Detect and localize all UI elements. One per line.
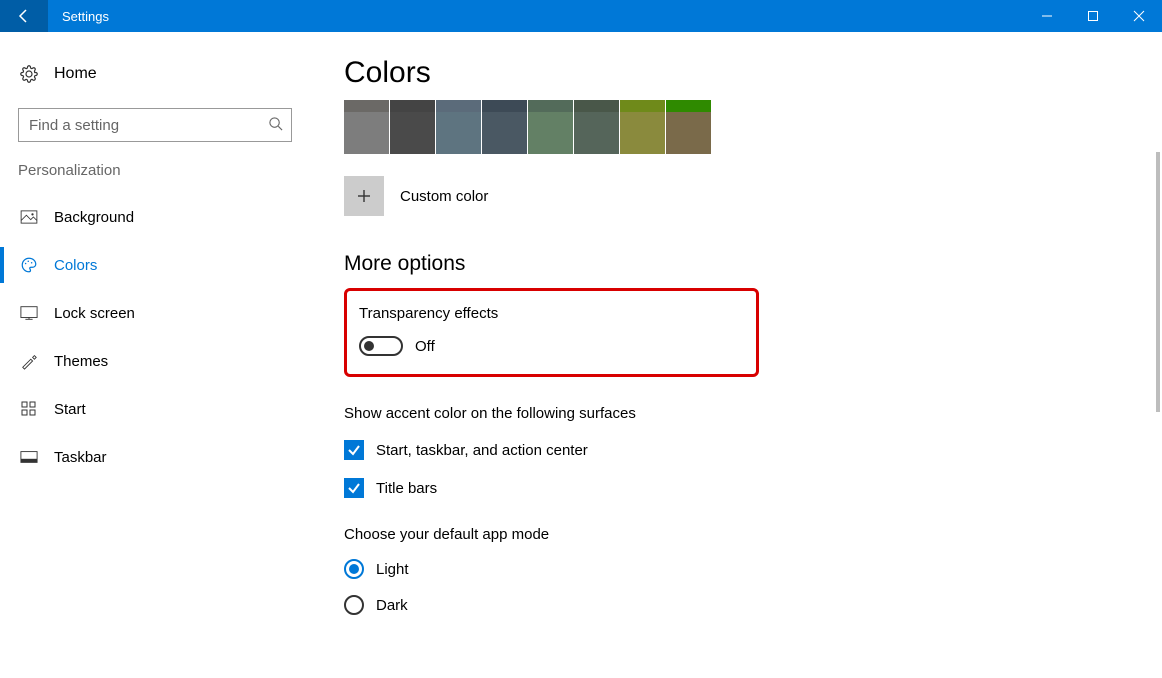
checkbox-title-bars[interactable]: Title bars: [344, 478, 1122, 498]
custom-color-button[interactable]: Custom color: [344, 176, 1122, 216]
color-swatch[interactable]: [482, 100, 527, 112]
titlebar: Settings: [0, 0, 1162, 32]
minimize-button[interactable]: [1024, 0, 1070, 32]
sidebar: Home Personalization Background Colors: [0, 32, 310, 678]
brush-icon: [18, 352, 40, 370]
accent-surfaces-section: Show accent color on the following surfa…: [344, 405, 1122, 498]
checkbox-icon: [344, 478, 364, 498]
color-swatch[interactable]: [390, 112, 435, 154]
checkbox-icon: [344, 440, 364, 460]
sidebar-item-label: Background: [40, 209, 134, 226]
gear-icon: [18, 65, 40, 83]
highlight-annotation: Transparency effects Off: [344, 288, 759, 377]
close-button[interactable]: [1116, 0, 1162, 32]
plus-icon: [344, 176, 384, 216]
color-swatch[interactable]: [666, 100, 711, 112]
app-mode-label: Choose your default app mode: [344, 526, 1122, 543]
checkbox-label: Start, taskbar, and action center: [376, 442, 588, 459]
color-swatch[interactable]: [528, 100, 573, 112]
radio-label: Light: [376, 561, 409, 578]
sidebar-item-label: Themes: [40, 353, 108, 370]
maximize-button[interactable]: [1070, 0, 1116, 32]
transparency-state: Off: [415, 338, 435, 355]
container: Home Personalization Background Colors: [0, 32, 1162, 678]
home-link[interactable]: Home: [0, 54, 310, 94]
color-swatch[interactable]: [666, 112, 711, 154]
radio-dark[interactable]: Dark: [344, 595, 1122, 615]
swatch-row-main: [344, 112, 1122, 154]
color-swatch[interactable]: [574, 112, 619, 154]
app-mode-section: Choose your default app mode Light Dark: [344, 526, 1122, 615]
color-swatch[interactable]: [436, 100, 481, 112]
palette-icon: [18, 256, 40, 274]
sidebar-item-themes[interactable]: Themes: [0, 337, 310, 385]
search-input[interactable]: [29, 117, 268, 134]
color-swatch[interactable]: [574, 100, 619, 112]
radio-icon: [344, 595, 364, 615]
sidebar-item-start[interactable]: Start: [0, 385, 310, 433]
sidebar-item-label: Start: [40, 401, 86, 418]
transparency-toggle-row: Off: [359, 336, 740, 356]
radio-light[interactable]: Light: [344, 559, 1122, 579]
section-heading: Personalization: [0, 162, 310, 193]
spacer: [109, 0, 1024, 32]
grid-icon: [18, 401, 40, 417]
sidebar-item-taskbar[interactable]: Taskbar: [0, 433, 310, 481]
radio-label: Dark: [376, 597, 408, 614]
swatch-row-top: [344, 100, 1122, 112]
sidebar-item-lock-screen[interactable]: Lock screen: [0, 289, 310, 337]
transparency-toggle[interactable]: [359, 336, 403, 356]
sidebar-item-label: Colors: [40, 257, 97, 274]
color-swatch[interactable]: [344, 112, 389, 154]
search-wrap: [18, 108, 292, 142]
back-button[interactable]: [0, 0, 48, 32]
checkbox-start-taskbar[interactable]: Start, taskbar, and action center: [344, 440, 1122, 460]
scrollbar-thumb[interactable]: [1156, 152, 1160, 412]
radio-icon: [344, 559, 364, 579]
sidebar-item-label: Taskbar: [40, 449, 107, 466]
content-area: Colors Custom color More options Transpa…: [310, 32, 1162, 678]
sidebar-item-background[interactable]: Background: [0, 193, 310, 241]
color-swatch[interactable]: [620, 100, 665, 112]
color-swatch[interactable]: [482, 112, 527, 154]
window-title: Settings: [48, 0, 109, 32]
sidebar-item-label: Lock screen: [40, 305, 135, 322]
monitor-icon: [18, 305, 40, 321]
color-swatch[interactable]: [390, 100, 435, 112]
taskbar-icon: [18, 450, 40, 464]
color-swatch[interactable]: [620, 112, 665, 154]
color-swatch[interactable]: [436, 112, 481, 154]
more-options-heading: More options: [344, 252, 1122, 276]
custom-color-label: Custom color: [400, 188, 488, 205]
sidebar-item-colors[interactable]: Colors: [0, 241, 310, 289]
color-swatch[interactable]: [344, 100, 389, 112]
transparency-label: Transparency effects: [359, 305, 740, 322]
search-box[interactable]: [18, 108, 292, 142]
checkbox-label: Title bars: [376, 480, 437, 497]
accent-surfaces-label: Show accent color on the following surfa…: [344, 405, 1122, 422]
page-title: Colors: [344, 56, 1122, 90]
color-swatch[interactable]: [528, 112, 573, 154]
home-label: Home: [40, 65, 97, 83]
image-icon: [18, 210, 40, 224]
search-icon: [268, 116, 283, 135]
